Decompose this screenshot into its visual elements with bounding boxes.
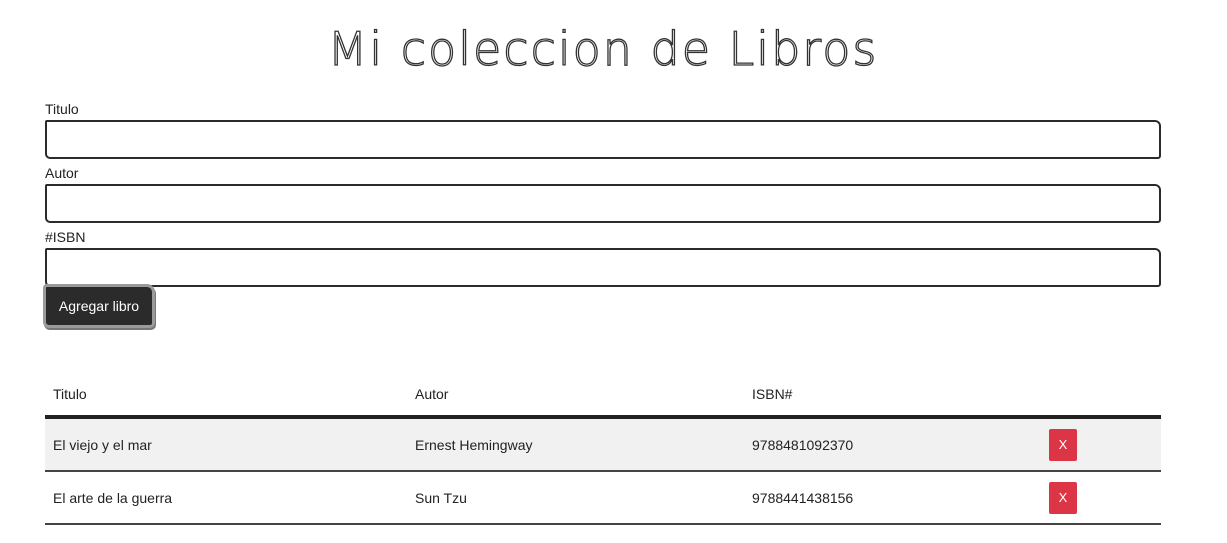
page-title: Mi coleccion de Libros: [327, 21, 879, 76]
book-title-cell: El arte de la guerra: [45, 471, 407, 525]
author-label: Autor: [45, 165, 79, 181]
book-actions-cell: X: [1041, 417, 1161, 472]
column-header-isbn: ISBN#: [744, 373, 1041, 419]
title-input[interactable]: [45, 120, 1161, 159]
column-header-titulo: Titulo: [45, 373, 407, 419]
book-actions-cell: X: [1041, 471, 1161, 525]
table-row: El viejo y el mar Ernest Hemingway 97884…: [45, 417, 1161, 472]
book-form: Titulo Autor #ISBN: [45, 100, 1161, 292]
table-header-row: Titulo Autor ISBN#: [45, 373, 1161, 419]
column-header-actions: [1041, 373, 1161, 419]
table-header: Titulo Autor ISBN#: [45, 373, 1161, 419]
table-row: El arte de la guerra Sun Tzu 97884414381…: [45, 471, 1161, 525]
title-label: Titulo: [45, 101, 79, 117]
author-input[interactable]: [45, 184, 1161, 223]
book-list-table: Titulo Autor ISBN# El viejo y el mar Ern…: [45, 373, 1161, 525]
column-header-autor: Autor: [407, 373, 744, 419]
book-author-cell: Sun Tzu: [407, 471, 744, 525]
book-isbn-cell: 9788441438156: [744, 471, 1041, 525]
isbn-field-group: #ISBN: [45, 228, 1161, 292]
book-isbn-cell: 9788481092370: [744, 417, 1041, 472]
add-book-button[interactable]: Agregar libro: [43, 284, 155, 328]
book-app: Mi coleccion de Libros Titulo Autor #ISB…: [43, 0, 1161, 525]
author-field-group: Autor: [45, 164, 1161, 228]
isbn-label: #ISBN: [45, 229, 86, 245]
delete-book-button[interactable]: X: [1049, 428, 1077, 461]
isbn-input[interactable]: [45, 248, 1161, 287]
book-title-cell: El viejo y el mar: [45, 417, 407, 472]
delete-book-button[interactable]: X: [1049, 481, 1077, 514]
book-list: El viejo y el mar Ernest Hemingway 97884…: [45, 417, 1161, 525]
book-author-cell: Ernest Hemingway: [407, 417, 744, 472]
title-field-group: Titulo: [45, 100, 1161, 164]
